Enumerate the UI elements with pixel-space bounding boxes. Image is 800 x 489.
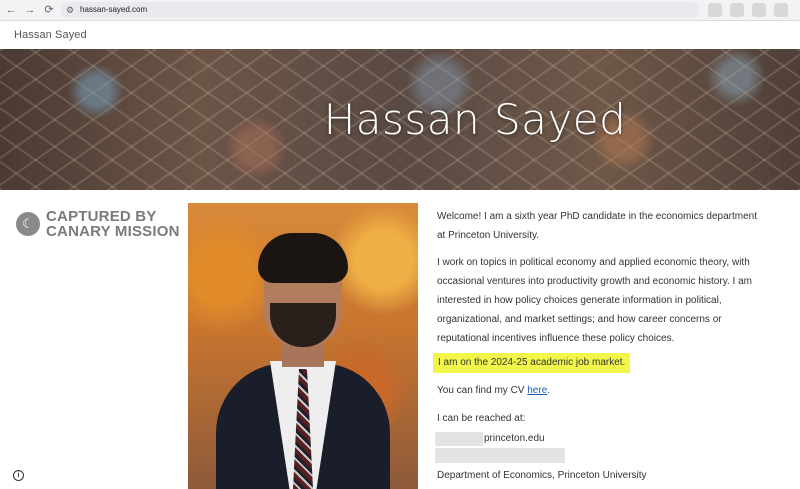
canary-logo-icon: ☾	[16, 212, 40, 236]
redacted-block	[435, 431, 483, 446]
job-market-highlight: I am on the 2024-25 academic job market.	[433, 353, 631, 373]
cv-suffix: .	[547, 385, 551, 396]
email-domain: princeton.edu	[484, 433, 545, 444]
badge-text: CAPTURED BY CANARY MISSION	[46, 209, 180, 239]
job-market-notice: I am on the 2024-25 academic job market.	[433, 353, 631, 373]
profile-photo	[188, 203, 418, 489]
reload-icon[interactable]: ⟳	[42, 3, 56, 17]
badge-line-1: CAPTURED BY	[46, 208, 157, 225]
welcome-text: Welcome! I am a sixth year PhD candidate…	[437, 211, 757, 241]
address-text[interactable]: hassan-sayed.com	[80, 2, 147, 18]
profile-icon[interactable]	[774, 3, 788, 17]
hero-banner: Hassan Sayed	[0, 49, 800, 190]
site-title-link[interactable]: Hassan Sayed	[14, 29, 87, 41]
extension-icon[interactable]	[730, 3, 744, 17]
email-row: princeton.edu	[435, 429, 545, 446]
cv-prefix: You can find my CV	[437, 385, 528, 396]
hero-title: Hassan Sayed	[323, 95, 627, 144]
site-header: Hassan Sayed	[0, 21, 800, 49]
canary-mission-badge[interactable]: ☾ CAPTURED BY CANARY MISSION	[16, 209, 186, 243]
department-text: Department of Economics, Princeton Unive…	[437, 470, 647, 481]
cv-line: You can find my CV here.	[437, 381, 550, 400]
browser-toolbar: ← → ⟳ ⚙ hassan-sayed.com	[0, 0, 800, 21]
badge-line-2: CANARY MISSION	[46, 223, 180, 240]
forward-icon[interactable]: →	[23, 3, 37, 17]
extension-icon[interactable]	[708, 3, 722, 17]
photo-hair	[258, 233, 348, 283]
back-icon[interactable]: ←	[4, 3, 18, 17]
redacted-block	[435, 448, 565, 463]
info-icon[interactable]: i	[13, 470, 24, 481]
research-text: I work on topics in political economy an…	[437, 257, 752, 344]
site-info-icon[interactable]: ⚙	[66, 4, 74, 16]
extension-icon[interactable]	[752, 3, 766, 17]
contact-label: I can be reached at:	[437, 413, 526, 424]
cv-link[interactable]: here	[527, 385, 547, 396]
address-bar[interactable]: ⚙ hassan-sayed.com	[60, 2, 700, 18]
